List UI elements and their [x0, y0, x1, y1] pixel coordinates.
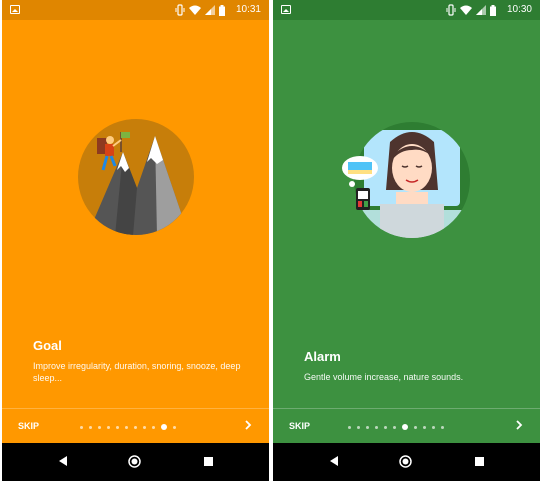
- chevron-right-icon[interactable]: [241, 418, 255, 432]
- signal-icon: [205, 5, 215, 15]
- status-bar: 10:30: [273, 0, 540, 20]
- page-dot: [116, 425, 119, 429]
- mountain-climber-illustration: [77, 119, 194, 235]
- back-icon[interactable]: [57, 455, 69, 467]
- onboarding-page: Goal Improve irregularity, duration, sno…: [2, 20, 269, 443]
- home-icon[interactable]: [128, 455, 141, 468]
- battery-icon: [490, 4, 496, 16]
- page-dot: [80, 425, 83, 429]
- page-title: Goal: [33, 338, 62, 353]
- page-dot: [375, 425, 378, 429]
- recents-icon[interactable]: [475, 457, 484, 466]
- page-dot: [107, 425, 110, 429]
- status-bar: 10:31: [2, 0, 269, 20]
- bottom-navigation: SKIP: [273, 408, 540, 444]
- page-dot: [423, 425, 426, 429]
- page-dot-active: [161, 424, 167, 430]
- page-description: Improve irregularity, duration, snoring,…: [33, 361, 241, 383]
- page-dot: [357, 425, 360, 429]
- recents-icon[interactable]: [204, 457, 213, 466]
- signal-icon: [476, 5, 486, 15]
- phone-screen-goal: 10:31 Goal Improve irregularity, duratio…: [2, 0, 269, 481]
- bottom-navigation: SKIP: [2, 408, 269, 444]
- phone-screen-alarm: 10:30 Alarm Gentle volume increase, natu…: [273, 0, 540, 481]
- vibrate-icon: [175, 4, 185, 16]
- battery-icon: [219, 4, 225, 16]
- page-dot: [134, 425, 137, 429]
- wifi-icon: [189, 5, 201, 15]
- page-dot: [441, 425, 444, 429]
- page-dot: [432, 425, 435, 429]
- skip-button[interactable]: SKIP: [289, 421, 310, 431]
- page-dot: [98, 425, 101, 429]
- page-dot: [366, 425, 369, 429]
- page-dot: [125, 425, 128, 429]
- page-dot: [384, 425, 387, 429]
- page-title: Alarm: [304, 349, 341, 364]
- system-navigation-bar: [273, 443, 540, 481]
- back-icon[interactable]: [328, 455, 340, 467]
- page-dot: [414, 425, 417, 429]
- page-dot-active: [402, 424, 408, 430]
- vibrate-icon: [446, 4, 456, 16]
- page-indicator: [348, 424, 444, 430]
- status-time: 10:30: [506, 4, 532, 15]
- page-dot: [173, 425, 176, 429]
- sleeping-woman-illustration: [341, 122, 470, 238]
- page-dot: [143, 425, 146, 429]
- chevron-right-icon[interactable]: [512, 418, 526, 432]
- onboarding-page: Alarm Gentle volume increase, nature sou…: [273, 20, 540, 443]
- page-dot: [393, 425, 396, 429]
- page-dot: [152, 425, 155, 429]
- page-dot: [348, 425, 351, 429]
- skip-button[interactable]: SKIP: [18, 421, 39, 431]
- wifi-icon: [460, 5, 472, 15]
- system-navigation-bar: [2, 443, 269, 481]
- page-indicator: [80, 424, 176, 430]
- photo-icon: [281, 5, 291, 14]
- photo-icon: [10, 5, 20, 14]
- page-dot: [89, 425, 92, 429]
- home-icon[interactable]: [399, 455, 412, 468]
- status-time: 10:31: [235, 4, 261, 15]
- page-description: Gentle volume increase, nature sounds.: [304, 372, 464, 382]
